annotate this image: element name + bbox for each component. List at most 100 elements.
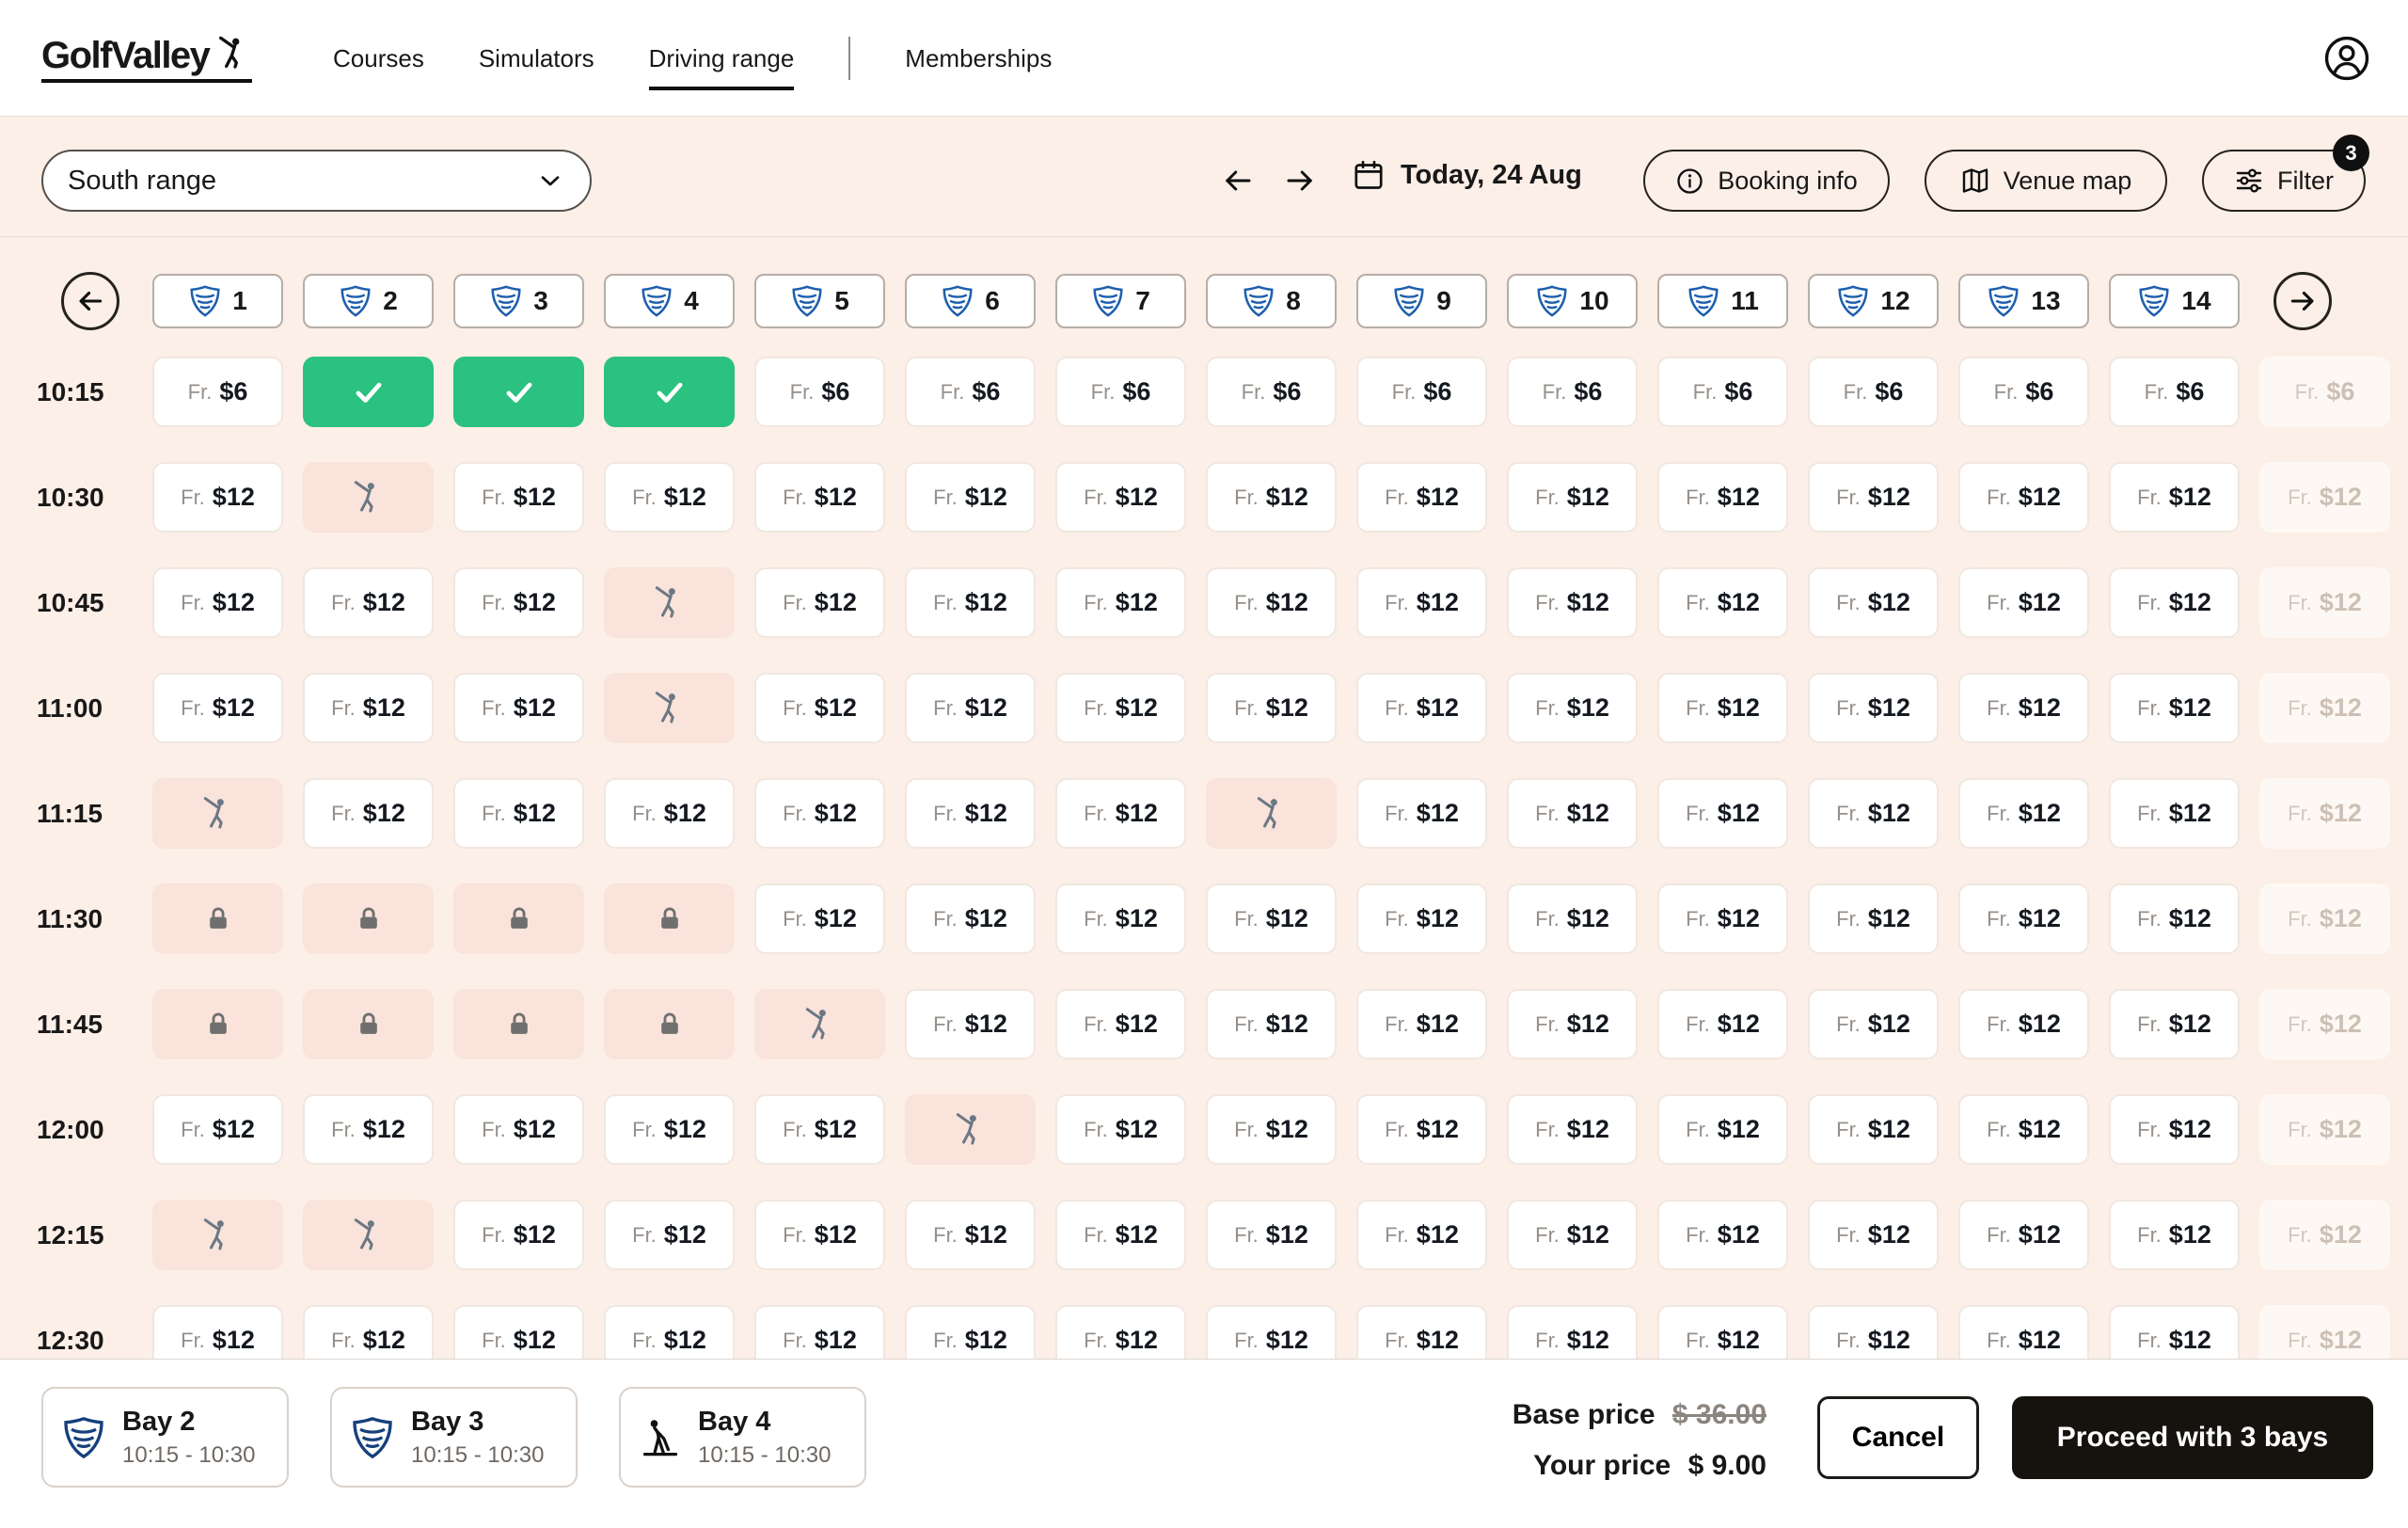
bay-header-12[interactable]: 12	[1808, 274, 1939, 328]
slot-available[interactable]: Fr.$12	[1206, 883, 1337, 954]
slot-available[interactable]: Fr.$12	[453, 462, 584, 533]
slot-available[interactable]: Fr.$12	[905, 778, 1036, 849]
slot-selected[interactable]	[303, 357, 434, 427]
slot-available[interactable]: Fr.$6	[754, 357, 885, 427]
slot-available[interactable]: Fr.$12	[453, 1200, 584, 1270]
nav-memberships[interactable]: Memberships	[905, 39, 1052, 79]
slot-available[interactable]: Fr.$12	[1808, 778, 1939, 849]
slot-available[interactable]: Fr.$12	[1657, 883, 1788, 954]
slot-available[interactable]: Fr.$12	[1055, 567, 1186, 638]
bay-header-2[interactable]: 2	[303, 274, 434, 328]
slot-available[interactable]: Fr.$12	[1958, 778, 2089, 849]
slot-available[interactable]: Fr.$6	[1808, 357, 1939, 427]
nav-driving-range[interactable]: Driving range	[649, 39, 795, 79]
bay-header-4[interactable]: 4	[604, 274, 735, 328]
slot-available[interactable]: Fr.$6	[2109, 357, 2240, 427]
slot-available[interactable]: Fr.$12	[1507, 462, 1638, 533]
slot-available[interactable]: Fr.$12	[1808, 673, 1939, 743]
bay-header-14[interactable]: 14	[2109, 274, 2240, 328]
bay-header-7[interactable]: 7	[1055, 274, 1186, 328]
slot-available[interactable]: Fr.$12	[2109, 567, 2240, 638]
slot-available[interactable]: Fr.$12	[1356, 1094, 1487, 1165]
bay-header-3[interactable]: 3	[453, 274, 584, 328]
slot-available[interactable]: Fr.$12	[1055, 1094, 1186, 1165]
account-button[interactable]	[2323, 35, 2370, 82]
slot-available[interactable]: Fr.$12	[1055, 462, 1186, 533]
slot-available[interactable]: Fr.$12	[604, 1094, 735, 1165]
slot-available[interactable]: Fr.$12	[1657, 778, 1788, 849]
slot-available[interactable]: Fr.$12	[754, 1200, 885, 1270]
slot-available[interactable]: Fr.$12	[905, 567, 1036, 638]
slot-available[interactable]: Fr.$12	[152, 673, 283, 743]
slot-available[interactable]: Fr.$12	[1206, 1094, 1337, 1165]
slot-selected[interactable]	[604, 357, 735, 427]
slot-available[interactable]: Fr.$12	[1657, 673, 1788, 743]
slot-available[interactable]: Fr.$6	[905, 357, 1036, 427]
slot-available[interactable]: Fr.$12	[1657, 462, 1788, 533]
slot-available[interactable]: Fr.$12	[1055, 673, 1186, 743]
nav-simulators[interactable]: Simulators	[479, 39, 594, 79]
selected-bay-card-3[interactable]: Bay 4 10:15 - 10:30	[619, 1387, 866, 1488]
bay-header-8[interactable]: 8	[1206, 274, 1337, 328]
slot-available[interactable]: Fr.$12	[1657, 567, 1788, 638]
bay-header-5[interactable]: 5	[754, 274, 885, 328]
slot-available[interactable]: Fr.$6	[1206, 357, 1337, 427]
venue-map-button[interactable]: Venue map	[1925, 150, 2167, 212]
slot-available[interactable]: Fr.$6	[1958, 357, 2089, 427]
nav-courses[interactable]: Courses	[333, 39, 424, 79]
slot-available[interactable]: Fr.$12	[905, 989, 1036, 1059]
slot-available[interactable]: Fr.$12	[152, 567, 283, 638]
slot-available[interactable]: Fr.$12	[604, 778, 735, 849]
slot-available[interactable]: Fr.$6	[152, 357, 283, 427]
slot-available[interactable]: Fr.$12	[453, 567, 584, 638]
slot-available[interactable]: Fr.$12	[1356, 567, 1487, 638]
slot-available[interactable]: Fr.$12	[303, 778, 434, 849]
slot-available[interactable]: Fr.$12	[1958, 1094, 2089, 1165]
slot-available[interactable]: Fr.$12	[1958, 989, 2089, 1059]
slot-available[interactable]: Fr.$12	[1356, 778, 1487, 849]
slot-available[interactable]: Fr.$12	[1657, 1094, 1788, 1165]
slot-available[interactable]: Fr.$12	[1356, 673, 1487, 743]
slot-available[interactable]: Fr.$12	[754, 462, 885, 533]
slot-available[interactable]: Fr.$12	[303, 673, 434, 743]
slot-available[interactable]: Fr.$12	[1958, 567, 2089, 638]
selected-bay-card-2[interactable]: Bay 3 10:15 - 10:30	[330, 1387, 578, 1488]
slot-selected[interactable]	[453, 357, 584, 427]
slot-available[interactable]: Fr.$12	[1206, 462, 1337, 533]
slot-available[interactable]: Fr.$12	[905, 673, 1036, 743]
slot-available[interactable]: Fr.$12	[1055, 883, 1186, 954]
slot-available[interactable]: Fr.$12	[754, 778, 885, 849]
slot-available[interactable]: Fr.$12	[2109, 462, 2240, 533]
slot-available[interactable]: Fr.$12	[1507, 883, 1638, 954]
slot-available[interactable]: Fr.$12	[152, 462, 283, 533]
slot-available[interactable]: Fr.$12	[1808, 462, 1939, 533]
slot-available[interactable]: Fr.$12	[303, 1094, 434, 1165]
slot-available[interactable]: Fr.$12	[905, 883, 1036, 954]
slot-available[interactable]: Fr.$12	[2109, 673, 2240, 743]
cancel-button[interactable]: Cancel	[1817, 1396, 1979, 1479]
date-display[interactable]: Today, 24 Aug	[1352, 158, 1582, 192]
slot-available[interactable]: Fr.$12	[1356, 883, 1487, 954]
slot-available[interactable]: Fr.$12	[1808, 989, 1939, 1059]
slot-available[interactable]: Fr.$12	[1808, 883, 1939, 954]
slot-available[interactable]: Fr.$12	[1356, 1200, 1487, 1270]
slot-available[interactable]: Fr.$12	[1507, 989, 1638, 1059]
slot-available[interactable]: Fr.$12	[453, 1094, 584, 1165]
slot-available[interactable]: Fr.$12	[1507, 567, 1638, 638]
slot-available[interactable]: Fr.$12	[1206, 1200, 1337, 1270]
logo[interactable]: GolfValley	[41, 34, 252, 83]
selected-bay-card-1[interactable]: Bay 2 10:15 - 10:30	[41, 1387, 289, 1488]
slot-available[interactable]: Fr.$12	[1206, 989, 1337, 1059]
slot-available[interactable]: Fr.$12	[303, 567, 434, 638]
slot-available[interactable]: Fr.$12	[152, 1094, 283, 1165]
booking-info-button[interactable]: Booking info	[1643, 150, 1890, 212]
slot-available[interactable]: Fr.$12	[1356, 462, 1487, 533]
slot-available[interactable]: Fr.$12	[1507, 1094, 1638, 1165]
slot-available[interactable]: Fr.$12	[1808, 1094, 1939, 1165]
slot-available[interactable]: Fr.$12	[1206, 567, 1337, 638]
range-selector[interactable]: South range	[41, 150, 592, 212]
slot-available[interactable]: Fr.$12	[1507, 1200, 1638, 1270]
bay-header-10[interactable]: 10	[1507, 274, 1638, 328]
slot-available[interactable]: Fr.$12	[2109, 989, 2240, 1059]
scroll-bays-right-button[interactable]	[2273, 272, 2332, 330]
